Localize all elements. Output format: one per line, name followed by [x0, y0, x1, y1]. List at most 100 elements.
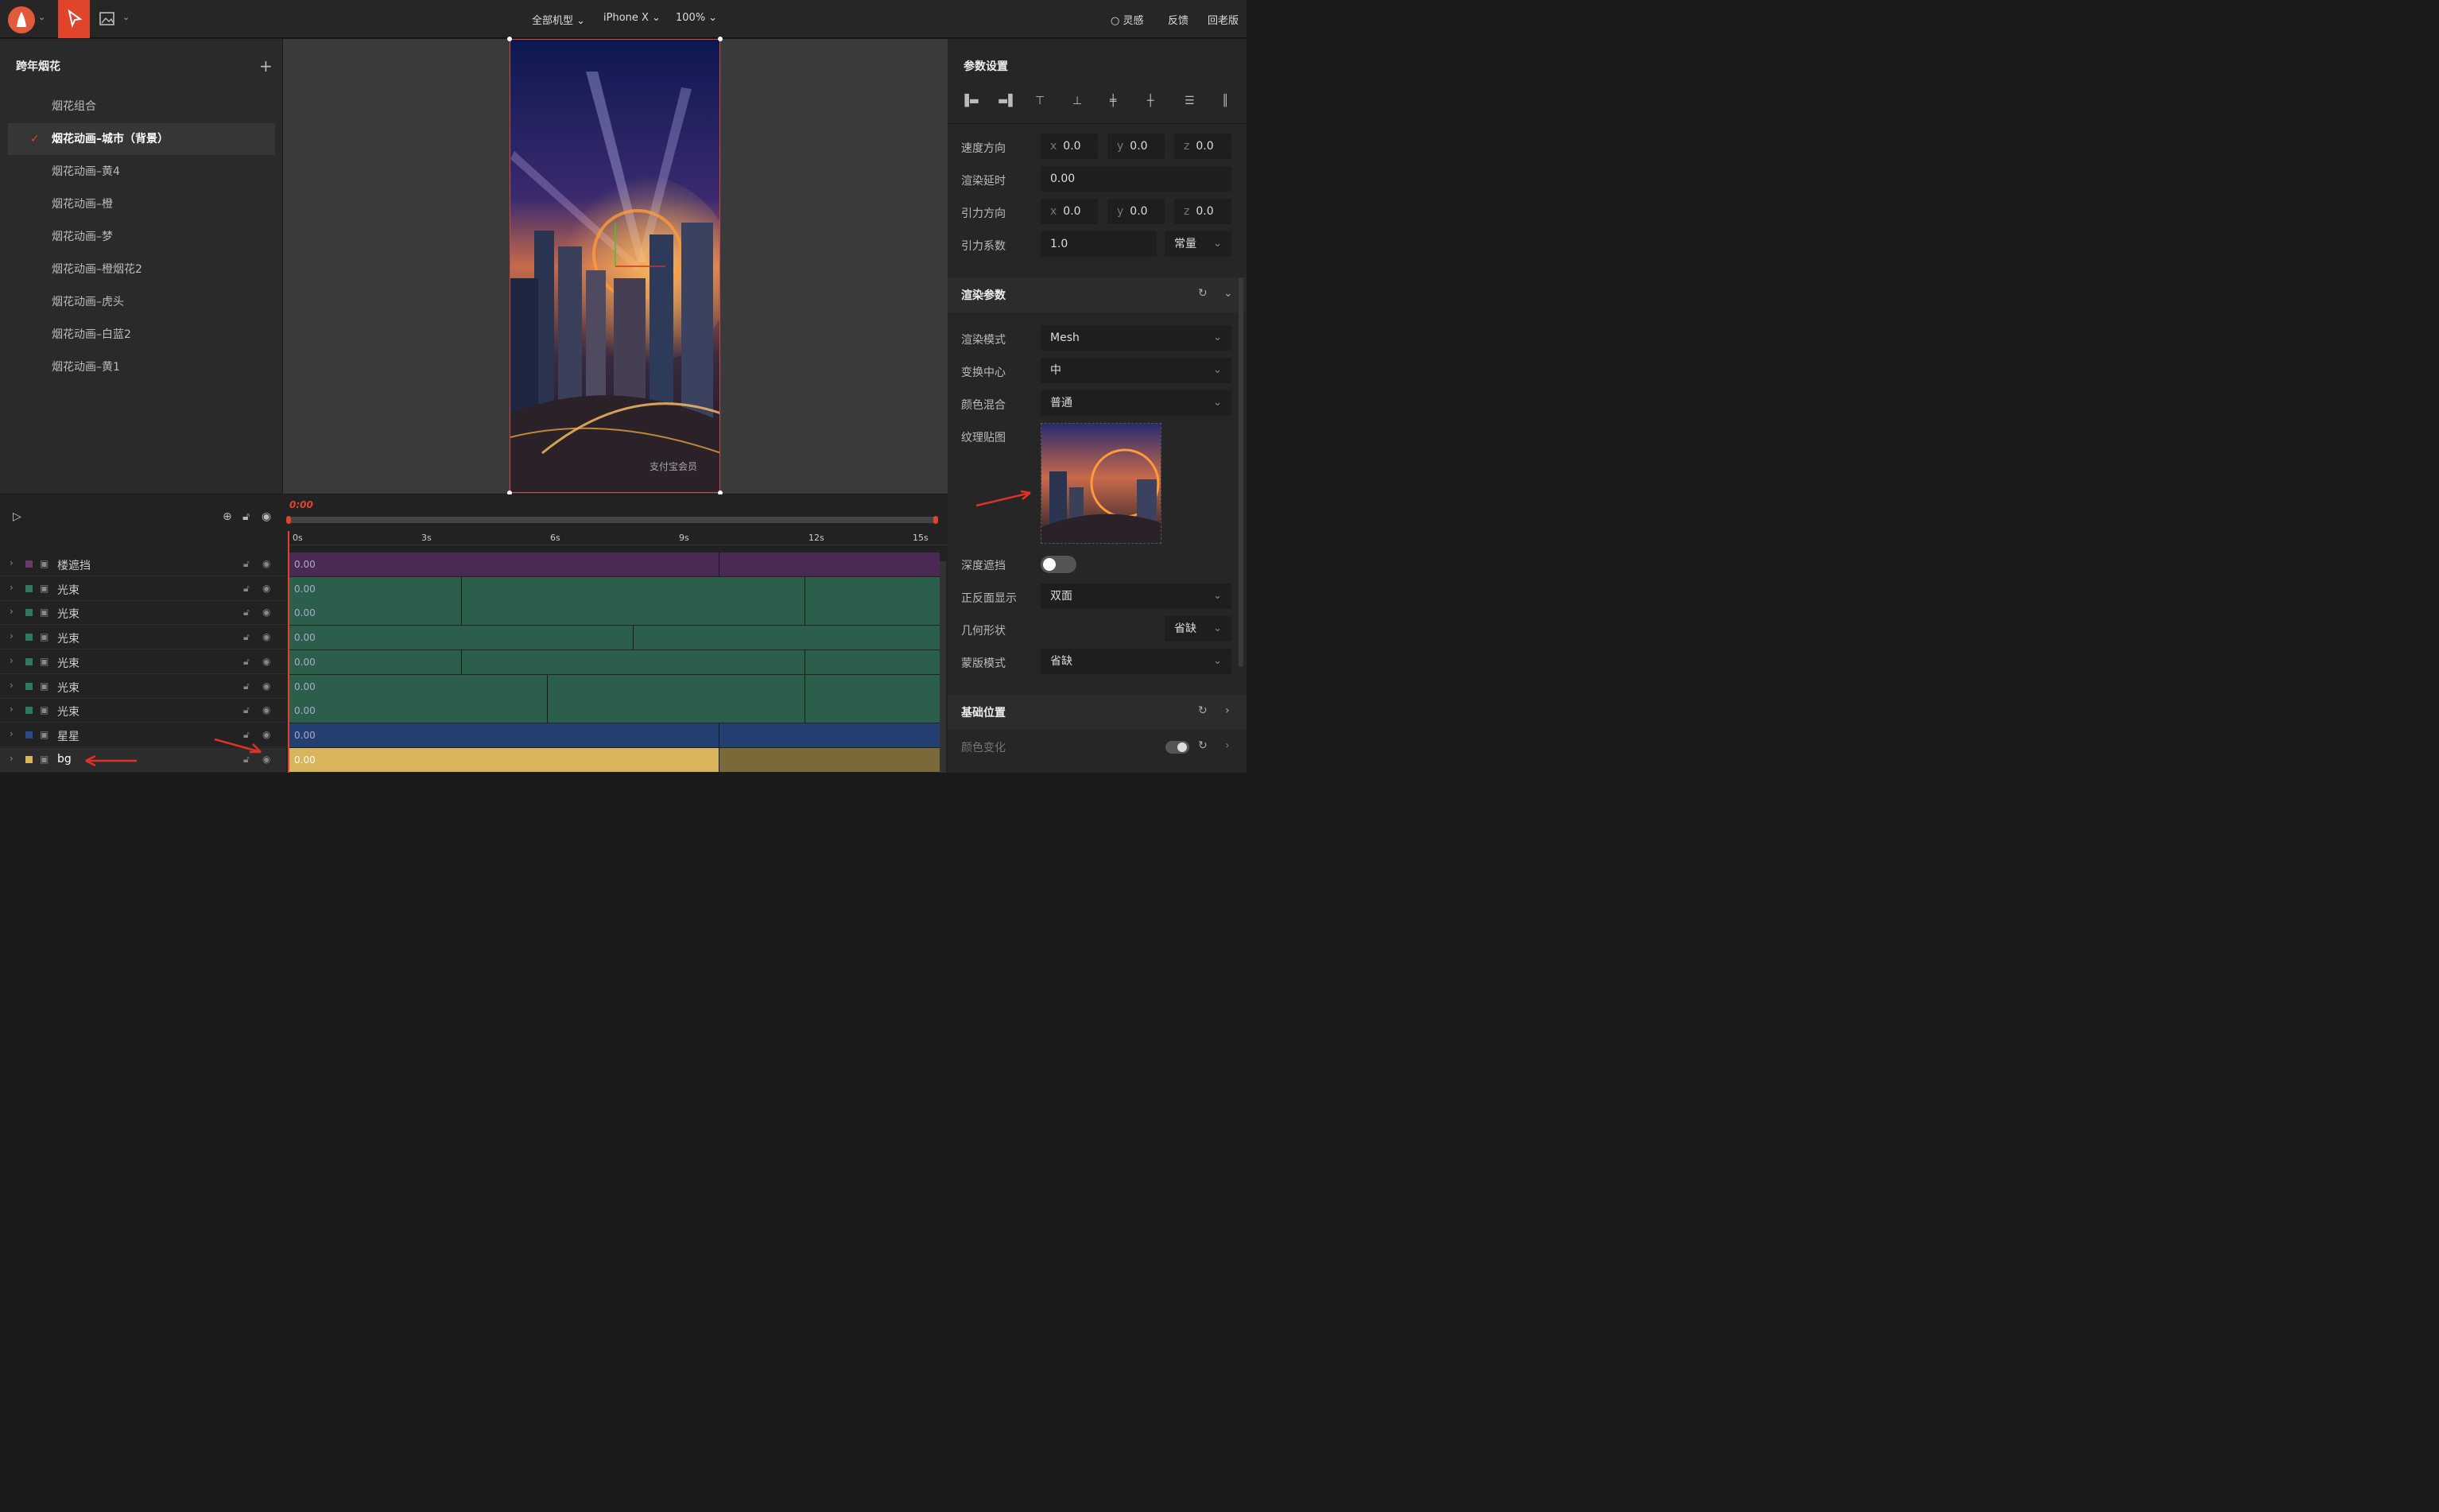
mask-mode-select[interactable]: 省缺 ⌄	[1041, 649, 1231, 674]
chevron-down-icon[interactable]: ⌄	[1223, 287, 1233, 300]
distribute-h-icon[interactable]: ║	[1222, 95, 1228, 107]
track-row[interactable]: › ▣ 光束 🔓︎ ◉	[0, 675, 286, 699]
lock-icon[interactable]: 🔓︎	[243, 607, 250, 618]
track-row[interactable]: › ▣ 楼遮挡 🔓︎ ◉	[0, 552, 286, 576]
base-position-header[interactable]: 基础位置 ↻ ›	[948, 695, 1247, 730]
gravity-z-field[interactable]: z 0.0	[1174, 199, 1231, 224]
distribute-v-icon[interactable]: ☰	[1185, 95, 1195, 107]
scene-item[interactable]: ✓ 烟花动画–城市（背景）	[8, 123, 275, 155]
color-blend-select[interactable]: 普通 ⌄	[1041, 390, 1231, 416]
align-top-icon[interactable]: ⊤	[1035, 95, 1045, 107]
reset-icon[interactable]: ↻	[1198, 704, 1208, 717]
gravity-mode-select[interactable]: 常量 ⌄	[1165, 231, 1231, 257]
chevron-right-icon[interactable]: ›	[10, 728, 14, 739]
scene-item[interactable]: 烟花动画–黄1	[8, 351, 275, 383]
model-select[interactable]: iPhone X ⌄	[603, 12, 661, 24]
align-hcenter-icon[interactable]: ┼	[1147, 95, 1154, 107]
double-side-select[interactable]: 双面 ⌄	[1041, 583, 1231, 609]
timeline-scrollbar[interactable]	[940, 561, 946, 773]
lock-icon[interactable]: 🔓︎	[243, 704, 250, 716]
track-row[interactable]: › ▣ 光束 🔓︎ ◉	[0, 577, 286, 601]
visibility-icon[interactable]: ◉	[262, 704, 270, 715]
gravity-y-field[interactable]: y 0.0	[1107, 199, 1165, 224]
speed-y-field[interactable]: y 0.0	[1107, 134, 1165, 159]
visibility-icon[interactable]: ◉	[262, 680, 270, 692]
chevron-down-icon[interactable]: ⌄	[38, 12, 45, 22]
track-row[interactable]: › ▣ 光束 🔓︎ ◉	[0, 626, 286, 650]
chevron-right-icon[interactable]: ›	[10, 680, 14, 691]
chevron-down-icon[interactable]: ⌄	[122, 12, 130, 22]
align-right-icon[interactable]: ▬▌	[998, 95, 1017, 107]
select-tool-button[interactable]	[58, 0, 90, 38]
inspiration-button[interactable]: ○ 灵感	[1111, 12, 1144, 27]
render-section-header[interactable]: 渲染参数 ↻ ⌄	[948, 277, 1247, 312]
feedback-button[interactable]: 反馈	[1168, 12, 1188, 27]
track-clip[interactable]: 0.00	[289, 723, 940, 747]
frame-handle[interactable]	[718, 37, 723, 41]
track-clip[interactable]: 0.00	[289, 552, 940, 576]
old-version-button[interactable]: 回老版	[1208, 12, 1239, 27]
color-change-row[interactable]: 颜色变化 ↻ ›	[948, 733, 1247, 762]
track-row[interactable]: › ▣ 光束 🔓︎ ◉	[0, 601, 286, 626]
scene-item[interactable]: 烟花动画–橙	[8, 188, 275, 220]
device-select[interactable]: 全部机型 ⌄	[532, 12, 585, 27]
track-clip[interactable]: 0.00	[289, 674, 940, 699]
app-logo-icon[interactable]	[8, 6, 35, 33]
lock-icon[interactable]: 🔓︎	[243, 631, 250, 643]
track-row[interactable]: › ▣ 光束 🔓︎ ◉	[0, 699, 286, 723]
track-row[interactable]: › ▣ 光束 🔓︎ ◉	[0, 650, 286, 674]
render-delay-field[interactable]: 0.00	[1041, 166, 1231, 192]
geometry-select[interactable]: 省缺 ⌄	[1165, 616, 1231, 642]
align-vcenter-icon[interactable]: ╪	[1110, 95, 1116, 107]
texture-thumbnail[interactable]	[1041, 423, 1161, 544]
color-change-toggle[interactable]	[1165, 741, 1189, 754]
visibility-icon[interactable]: ◉	[262, 656, 270, 667]
keyframe-divider[interactable]	[461, 649, 462, 674]
visibility-icon[interactable]: ◉	[262, 631, 270, 642]
lock-icon[interactable]: 🔓︎	[243, 558, 250, 570]
scene-item[interactable]: 烟花动画–黄4	[8, 156, 275, 188]
clip-segment[interactable]	[719, 747, 940, 772]
track-clip[interactable]: 0.00	[289, 649, 940, 674]
visibility-icon[interactable]: ◉	[262, 558, 270, 569]
image-tool-button[interactable]	[99, 11, 116, 27]
scrollbar[interactable]	[1239, 277, 1243, 667]
transform-center-select[interactable]: 中 ⌄	[1041, 358, 1231, 383]
stage-canvas[interactable]: 支付宝会员	[283, 37, 948, 495]
align-bottom-icon[interactable]: ⊥	[1072, 95, 1082, 107]
scene-item[interactable]: 烟花动画–白蓝2	[8, 319, 275, 351]
render-mode-select[interactable]: Mesh ⌄	[1041, 325, 1231, 351]
keyframe-divider[interactable]	[547, 699, 548, 723]
play-icon[interactable]: ▷	[13, 510, 21, 523]
lock-icon[interactable]: 🔓︎	[243, 656, 250, 668]
add-icon[interactable]: +	[259, 56, 273, 76]
keyframe-divider[interactable]	[633, 626, 634, 650]
zoom-select[interactable]: 100% ⌄	[676, 12, 717, 24]
speed-z-field[interactable]: z 0.0	[1174, 134, 1231, 159]
track-clip[interactable]: 0.00	[289, 699, 940, 723]
align-left-icon[interactable]: ▐▬	[960, 95, 979, 107]
chevron-right-icon[interactable]: ›	[1225, 704, 1230, 717]
lock-icon[interactable]: 🔓︎	[243, 680, 250, 692]
frame-handle[interactable]	[507, 37, 512, 41]
keyframe-divider[interactable]	[547, 674, 548, 699]
gravity-x-field[interactable]: x 0.0	[1041, 199, 1098, 224]
lock-icon[interactable]: 🔓︎	[242, 510, 250, 523]
gravity-coef-field[interactable]: 1.0	[1041, 231, 1157, 257]
track-clip[interactable]: 0.00	[289, 747, 940, 772]
chevron-right-icon[interactable]: ›	[10, 557, 14, 568]
speed-x-field[interactable]: x 0.0	[1041, 134, 1098, 159]
chevron-right-icon[interactable]: ›	[10, 582, 14, 593]
chevron-right-icon[interactable]: ›	[10, 753, 14, 764]
chevron-right-icon[interactable]: ›	[10, 630, 14, 642]
chevron-right-icon[interactable]: ›	[10, 704, 14, 715]
lock-icon[interactable]: 🔓︎	[243, 583, 250, 595]
track-clip[interactable]: 0.00	[289, 601, 940, 626]
visibility-icon[interactable]: ◉	[262, 510, 271, 523]
depth-occlusion-toggle[interactable]	[1041, 556, 1076, 573]
keyframe-divider[interactable]	[461, 601, 462, 626]
visibility-icon[interactable]: ◉	[262, 583, 270, 594]
reset-icon[interactable]: ↻	[1198, 739, 1208, 752]
scene-item[interactable]: 烟花动画–橙烟花2	[8, 254, 275, 285]
preview-frame[interactable]: 支付宝会员	[510, 39, 720, 493]
